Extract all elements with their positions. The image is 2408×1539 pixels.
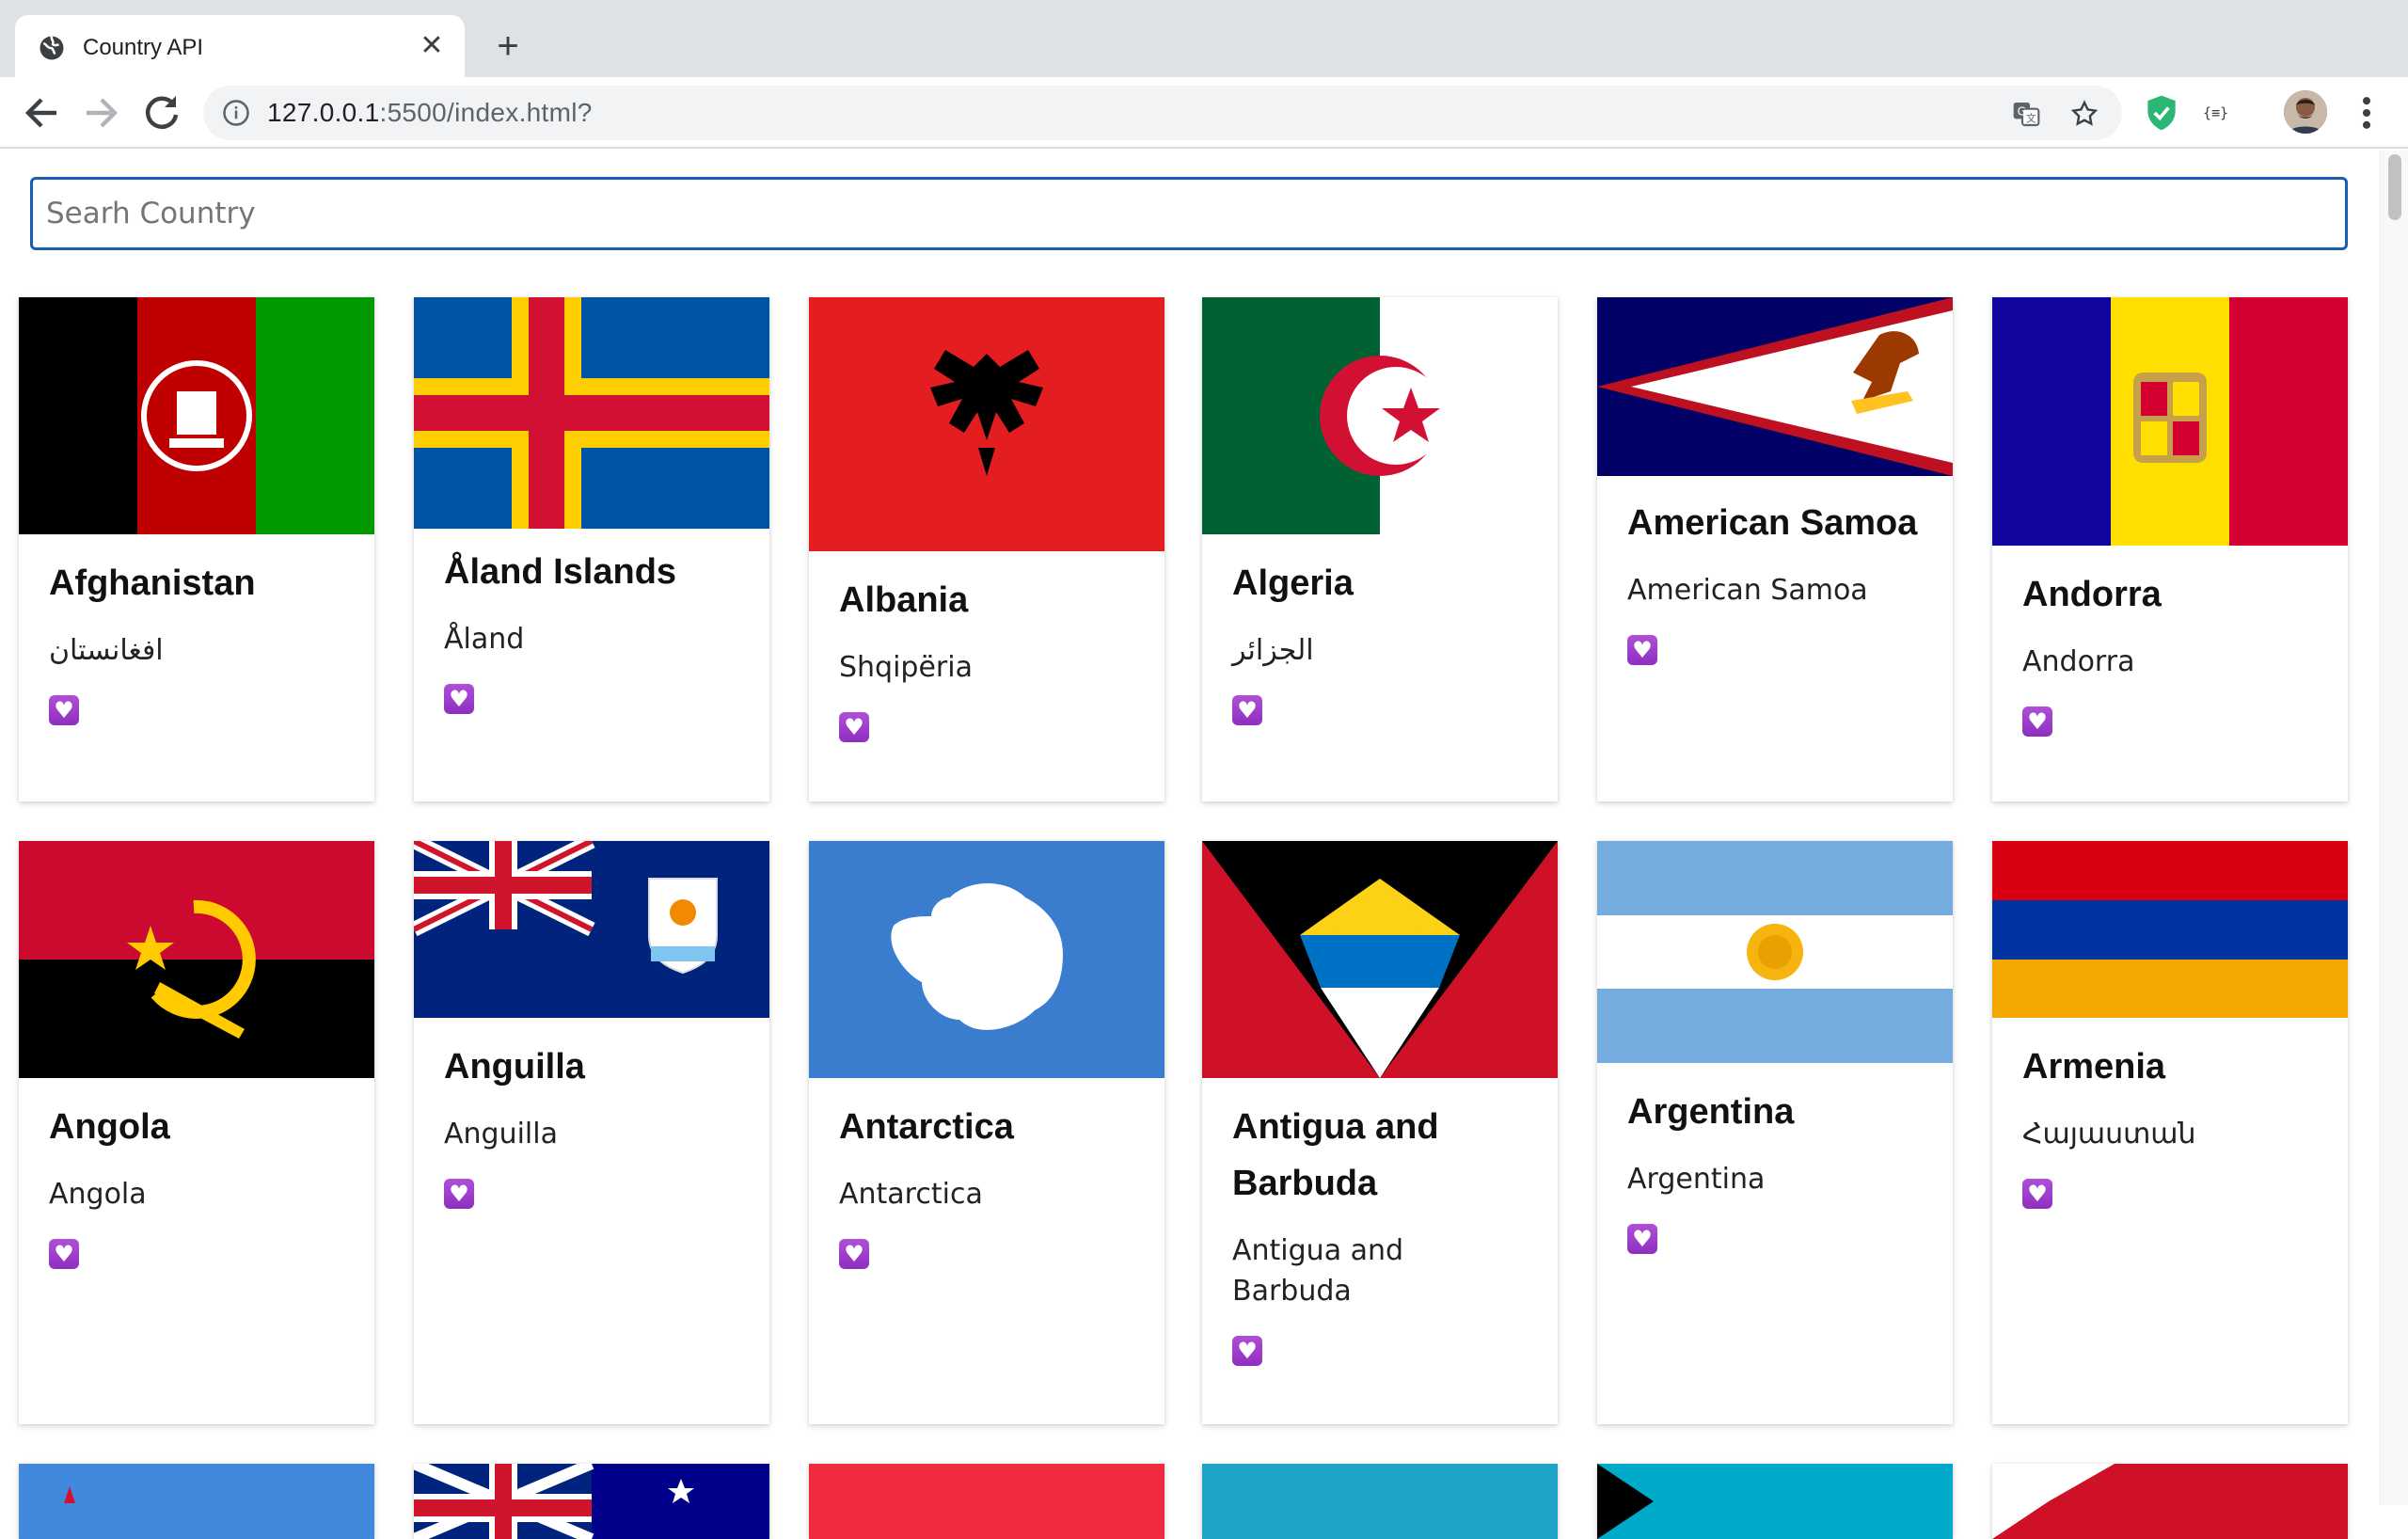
- country-card-argentina[interactable]: Argentina Argentina: [1597, 841, 1953, 1424]
- country-name: Andorra: [2022, 575, 2162, 614]
- country-card-albania[interactable]: Albania Shqipëria: [809, 297, 1164, 801]
- country-name: Antarctica: [839, 1107, 1014, 1147]
- flag-algeria: [1202, 297, 1558, 534]
- flag-anguilla: [414, 841, 769, 1018]
- info-icon[interactable]: [222, 99, 250, 127]
- flag-angola: [19, 841, 374, 1078]
- heart-icon[interactable]: [1627, 1224, 1657, 1254]
- flag-argentina: [1597, 841, 1953, 1063]
- country-name: Angola: [49, 1107, 170, 1147]
- translate-icon[interactable]: G文: [2011, 99, 2041, 129]
- url-path: :5500/index.html?: [379, 98, 593, 127]
- flag-partial: [1992, 1464, 2348, 1539]
- native-name: Antarctica: [839, 1178, 983, 1211]
- country-name: Afghanistan: [49, 563, 256, 603]
- heart-icon[interactable]: [49, 695, 79, 725]
- browser-menu-icon[interactable]: [2353, 92, 2380, 134]
- country-card-antarctica[interactable]: Antarctica Antarctica: [809, 841, 1164, 1424]
- country-card-partial[interactable]: [1597, 1464, 1953, 1539]
- heart-icon[interactable]: [444, 1179, 474, 1209]
- tab-title: Country API: [83, 35, 204, 60]
- heart-icon[interactable]: [444, 684, 474, 714]
- native-name: Shqipëria: [839, 651, 973, 684]
- country-card-anguilla[interactable]: Anguilla Anguilla: [414, 841, 769, 1424]
- heart-icon[interactable]: [1627, 635, 1657, 665]
- browser-tab[interactable]: Country API ✕: [15, 15, 465, 77]
- globe-icon: [40, 36, 64, 60]
- country-name: Antigua and Barbuda: [1232, 1107, 1439, 1203]
- native-name: الجزائر: [1232, 634, 1314, 667]
- new-tab-button[interactable]: +: [489, 27, 527, 66]
- forward-icon[interactable]: [79, 90, 124, 135]
- flag-american-samoa: [1597, 297, 1953, 476]
- heart-icon[interactable]: [2022, 706, 2052, 737]
- svg-text:{≡}: {≡}: [2203, 104, 2228, 121]
- native-name: Antigua and Barbuda: [1232, 1234, 1404, 1308]
- flag-albania: [809, 297, 1164, 551]
- country-card-andorra[interactable]: Andorra Andorra: [1992, 297, 2348, 801]
- profile-avatar[interactable]: [2284, 90, 2327, 134]
- country-card-afghanistan[interactable]: Afghanistan افغانستان: [19, 297, 374, 801]
- country-card-partial[interactable]: [19, 1464, 374, 1539]
- country-name: American Samoa: [1627, 503, 1918, 543]
- country-card-armenia[interactable]: Armenia Հայաստան: [1992, 841, 2348, 1424]
- heart-icon[interactable]: [1232, 695, 1262, 725]
- country-name: Armenia: [2022, 1047, 2166, 1087]
- url-host: 127.0.0.1: [267, 98, 380, 127]
- country-name: Albania: [839, 580, 969, 620]
- back-icon[interactable]: [19, 90, 64, 135]
- country-name: Åland Islands: [444, 552, 677, 592]
- heart-icon[interactable]: [839, 712, 869, 742]
- flag-aland-islands: [414, 297, 769, 529]
- country-name: Argentina: [1627, 1092, 1795, 1132]
- browser-toolbar: 127.0.0.1:5500/index.html? G文 {≡}: [0, 77, 2408, 149]
- country-name: Algeria: [1232, 563, 1354, 603]
- country-card-american-samoa[interactable]: American Samoa American Samoa: [1597, 297, 1953, 801]
- close-tab-icon[interactable]: ✕: [416, 30, 448, 62]
- flag-partial: [809, 1464, 1164, 1539]
- flag-armenia: [1992, 841, 2348, 1018]
- flag-partial: [1202, 1464, 1558, 1539]
- native-name: Argentina: [1627, 1163, 1766, 1196]
- shield-extension-icon[interactable]: [2141, 92, 2182, 134]
- scrollbar-thumb[interactable]: [2388, 154, 2401, 220]
- reload-icon[interactable]: [139, 90, 184, 135]
- native-name: Angola: [49, 1178, 147, 1211]
- heart-icon[interactable]: [1232, 1336, 1262, 1366]
- country-card-angola[interactable]: Angola Angola: [19, 841, 374, 1424]
- address-bar[interactable]: 127.0.0.1:5500/index.html? G文: [203, 86, 2122, 140]
- heart-icon[interactable]: [2022, 1179, 2052, 1209]
- country-card-partial[interactable]: [1202, 1464, 1558, 1539]
- flag-partial: [414, 1464, 769, 1539]
- flag-partial: [19, 1464, 374, 1539]
- country-card-aland-islands[interactable]: Åland Islands Åland: [414, 297, 769, 801]
- flag-partial: [1597, 1464, 1953, 1539]
- country-card-antigua-and-barbuda[interactable]: Antigua and Barbuda Antigua and Barbuda: [1202, 841, 1558, 1424]
- country-card-partial[interactable]: [809, 1464, 1164, 1539]
- url-text[interactable]: 127.0.0.1:5500/index.html?: [267, 98, 593, 128]
- native-name: Andorra: [2022, 645, 2135, 678]
- flag-afghanistan: [19, 297, 374, 534]
- heart-icon[interactable]: [49, 1239, 79, 1269]
- native-name: افغانستان: [49, 634, 164, 667]
- native-name: Հայաստան: [2022, 1118, 2196, 1150]
- country-card-partial[interactable]: [1992, 1464, 2348, 1539]
- country-name: Anguilla: [444, 1047, 585, 1087]
- flag-antarctica: [809, 841, 1164, 1078]
- search-country-input[interactable]: [30, 177, 2348, 250]
- svg-text:文: 文: [2026, 113, 2036, 125]
- svg-text:G: G: [2018, 104, 2026, 118]
- country-card-partial[interactable]: [414, 1464, 769, 1539]
- heart-icon[interactable]: [839, 1239, 869, 1269]
- native-name: American Samoa: [1627, 574, 1868, 607]
- json-extension-icon[interactable]: {≡}: [2201, 92, 2242, 134]
- native-name: Åland: [444, 623, 525, 656]
- flag-andorra: [1992, 297, 2348, 546]
- native-name: Anguilla: [444, 1118, 558, 1150]
- flag-antigua-and-barbuda: [1202, 841, 1558, 1078]
- country-card-algeria[interactable]: Algeria الجزائر: [1202, 297, 1558, 801]
- bookmark-star-icon[interactable]: [2069, 99, 2099, 129]
- scrollbar[interactable]: [2380, 151, 2408, 1505]
